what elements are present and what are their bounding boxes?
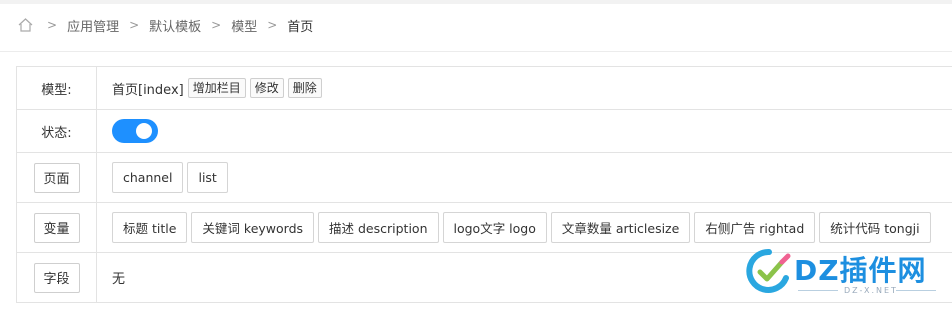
field-label-cell: 字段 [17,253,97,302]
breadcrumb-separator: > [47,18,58,32]
add-column-button[interactable]: 增加栏目 [187,78,246,98]
breadcrumb-current-home: 首页 [287,19,314,35]
status-label: 状态: [17,110,97,152]
row-model: 模型: 首页[index] 增加栏目 修改 删除 [17,67,952,110]
edit-button[interactable]: 修改 [249,78,284,98]
status-value-cell [97,110,952,152]
variable-description-button[interactable]: 描述 description [318,212,439,243]
field-value: 无 [112,272,126,287]
breadcrumb-separator: > [129,18,140,32]
page-channel-button[interactable]: channel [112,162,184,193]
home-icon[interactable] [17,17,33,33]
model-name: 首页[index] [112,82,184,98]
page-label-cell: 页面 [17,153,97,202]
variable-label-button[interactable]: 变量 [33,212,80,243]
field-label-button[interactable]: 字段 [33,262,80,293]
variable-keywords-button[interactable]: 关键词 keywords [191,212,315,243]
breadcrumb-separator: > [211,18,222,32]
page-label-button[interactable]: 页面 [33,162,80,193]
page-list-button[interactable]: list [187,162,228,193]
toggle-knob [136,123,152,139]
variable-title-button[interactable]: 标题 title [112,212,188,243]
status-toggle[interactable] [112,119,158,143]
breadcrumb-model[interactable]: 模型 [231,16,257,35]
watermark-line-right [896,290,936,291]
variable-articlesize-button[interactable]: 文章数量 articlesize [550,212,691,243]
watermark-brand: DZ插件网 [794,254,927,287]
dz-logo-icon [746,248,791,293]
model-value-cell: 首页[index] 增加栏目 修改 删除 [97,67,952,109]
variable-logo-button[interactable]: logo文字 logo [442,212,547,243]
row-page: 页面 channel list [17,153,952,203]
watermark-line-left [798,290,838,291]
variable-label-cell: 变量 [17,203,97,252]
breadcrumb: > 应用管理 > 默认模板 > 模型 > 首页 [17,14,313,36]
page-value-cell: channel list [97,153,952,202]
watermark: DZ插件网 DZ-X.NET [746,244,942,308]
watermark-subtitle: DZ-X.NET [844,286,898,295]
variable-rightad-button[interactable]: 右侧广告 rightad [694,212,816,243]
delete-button[interactable]: 删除 [287,78,322,98]
breadcrumb-app-management[interactable]: 应用管理 [67,16,119,35]
model-label: 模型: [17,67,97,109]
variable-tongji-button[interactable]: 统计代码 tongji [819,212,931,243]
breadcrumb-separator: > [267,18,278,32]
header-divider [0,51,952,52]
row-status: 状态: [17,110,952,153]
top-band [0,0,952,4]
breadcrumb-default-template[interactable]: 默认模板 [149,16,201,35]
